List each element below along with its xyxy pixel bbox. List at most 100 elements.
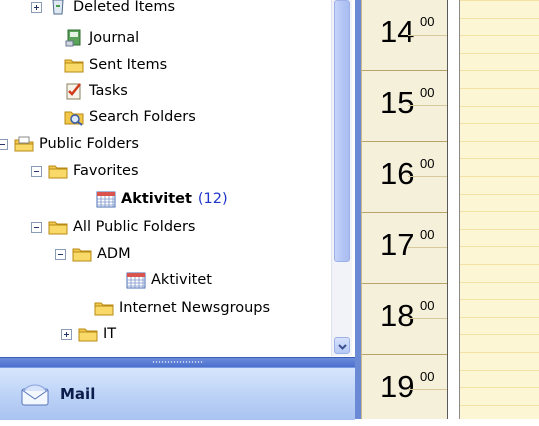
hour-number: 19 [380, 369, 415, 404]
folder-icon [94, 299, 114, 317]
folder-icon [72, 245, 92, 263]
hour-minutes: 00 [420, 14, 435, 29]
time-slot-line [460, 106, 539, 107]
search-folder-icon [64, 108, 84, 126]
folder-item-favorites[interactable]: Favorites [31, 158, 139, 184]
splitter-grip[interactable] [152, 361, 204, 363]
expand-toggle-icon[interactable] [31, 1, 42, 13]
folder-item-all-public-folders[interactable]: All Public Folders [31, 214, 195, 240]
time-slot-line [460, 334, 539, 335]
time-slot-line [460, 176, 539, 177]
calendar-icon [96, 190, 116, 208]
half-hour-line [408, 35, 448, 36]
time-slot-line [460, 352, 539, 353]
hour-number: 17 [380, 227, 415, 262]
scroll-down-button[interactable] [334, 337, 350, 354]
hour-number: 18 [380, 298, 415, 333]
folder-label: Deleted Items [73, 0, 176, 15]
collapse-toggle-icon[interactable] [31, 221, 42, 233]
folder-pane-scrollbar[interactable] [331, 0, 352, 356]
folder-item-aktivitet[interactable]: Aktivitet [126, 267, 212, 293]
folder-label: Search Folders [89, 109, 196, 125]
collapse-toggle-icon[interactable] [0, 138, 8, 150]
folder-label: Tasks [89, 83, 128, 99]
hour-number: 14 [380, 14, 415, 49]
folder-label: Aktivitet [151, 272, 212, 288]
collapse-toggle-icon[interactable] [55, 248, 66, 260]
tasks-icon [64, 82, 84, 100]
hour-label-15: 15 00 [362, 70, 448, 142]
half-hour-line [408, 318, 448, 319]
folder-icon [64, 56, 84, 74]
journal-icon [64, 29, 84, 47]
folder-item-journal[interactable]: Journal [64, 25, 139, 51]
navigation-pane-splitter[interactable] [0, 357, 355, 367]
time-slot-line [460, 194, 539, 195]
time-slot-line [460, 0, 539, 1]
time-slot-line [460, 299, 539, 300]
folder-label: ADM [97, 246, 131, 262]
time-slot-line [460, 405, 539, 406]
folder-item-aktivitet-favorite[interactable]: Aktivitet (12) [96, 186, 228, 212]
folder-icon [48, 162, 68, 180]
public-folders-icon [14, 135, 34, 153]
half-hour-line [408, 247, 448, 248]
mail-envelope-icon [20, 382, 50, 406]
time-slot-line [460, 282, 539, 283]
mail-nav-button[interactable]: Mail [0, 367, 355, 420]
calendar-day-area[interactable] [459, 0, 539, 419]
scrollbar-thumb[interactable] [334, 0, 350, 262]
hour-minutes: 00 [420, 227, 435, 242]
folder-item-internet-newsgroups[interactable]: Internet Newsgroups [94, 295, 270, 321]
folder-item-tasks[interactable]: Tasks [64, 78, 128, 104]
folder-pane: Deleted Items Journal Sent Items Tasks Searc… [0, 0, 355, 356]
folder-label: Sent Items [89, 57, 168, 73]
folder-item-adm[interactable]: ADM [55, 241, 131, 267]
folder-label: Favorites [73, 163, 139, 179]
folder-label: IT [103, 326, 117, 342]
time-slot-line [460, 123, 539, 124]
hour-minutes: 00 [420, 85, 435, 100]
time-slot-line [460, 158, 539, 159]
time-slot-line [460, 229, 539, 230]
mail-nav-label: Mail [60, 385, 96, 403]
hour-label-18: 18 00 [362, 283, 448, 355]
folder-item-deleted-items[interactable]: Deleted Items [31, 0, 175, 20]
hour-label-16: 16 00 [362, 141, 448, 213]
hour-label-19: 19 00 [362, 354, 448, 426]
time-slot-line [460, 88, 539, 89]
hour-number: 15 [380, 85, 415, 120]
time-slot-line [460, 141, 539, 142]
time-slot-line [460, 387, 539, 388]
hour-minutes: 00 [420, 298, 435, 313]
folder-label: Public Folders [39, 136, 139, 152]
hour-label-17: 17 00 [362, 212, 448, 284]
folder-label: Internet Newsgroups [119, 300, 271, 316]
time-slot-line [460, 317, 539, 318]
half-hour-line [408, 389, 448, 390]
folder-label: Aktivitet [121, 191, 192, 207]
folder-icon [48, 218, 68, 236]
collapse-toggle-icon[interactable] [31, 165, 42, 177]
hour-number: 16 [380, 156, 415, 191]
folder-item-public-folders[interactable]: Public Folders [0, 131, 139, 157]
time-slot-line [460, 18, 539, 19]
calendar-icon [126, 271, 146, 289]
time-slot-line [460, 70, 539, 71]
hour-minutes: 00 [420, 156, 435, 171]
time-slot-line [460, 53, 539, 54]
folder-icon [78, 325, 98, 343]
time-slot-line [460, 211, 539, 212]
half-hour-line [408, 105, 448, 106]
hour-minutes: 00 [420, 369, 435, 384]
unread-count: (12) [197, 191, 228, 207]
expand-toggle-icon[interactable] [61, 328, 72, 340]
time-slot-line [460, 264, 539, 265]
folder-label: All Public Folders [73, 219, 196, 235]
time-slot-line [460, 246, 539, 247]
folder-item-it[interactable]: IT [61, 321, 116, 347]
folder-item-sent-items[interactable]: Sent Items [64, 52, 167, 78]
half-hour-line [408, 176, 448, 177]
folder-item-search-folders[interactable]: Search Folders [64, 104, 196, 130]
chevron-down-icon [337, 338, 347, 354]
